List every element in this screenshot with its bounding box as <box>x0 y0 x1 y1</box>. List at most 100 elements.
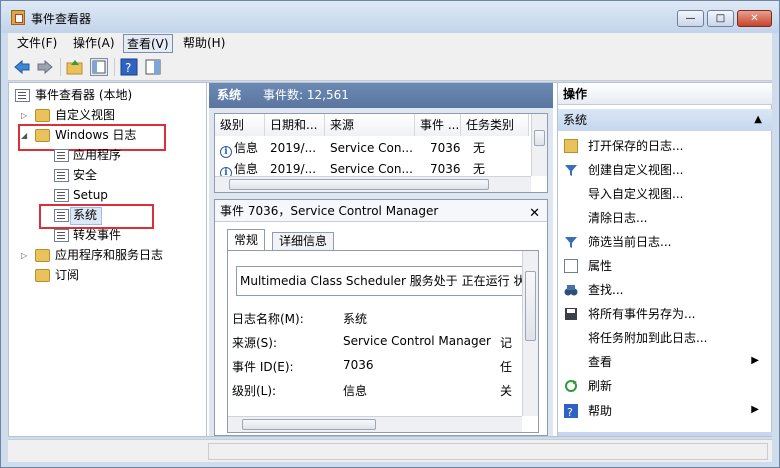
action-refresh[interactable]: 刷新 <box>588 375 612 397</box>
svg-text:?: ? <box>125 61 131 75</box>
table-cell: 2019/... <box>270 141 317 155</box>
folder-icon <box>35 109 50 122</box>
field-extra: 记 <box>500 336 513 350</box>
title-bar: 事件查看器 — □ ✕ <box>1 1 779 33</box>
column-source[interactable]: 来源 <box>325 114 415 136</box>
status-panel <box>208 443 768 460</box>
toolbar-separator <box>114 58 115 76</box>
field-source-label: 来源(S): <box>232 336 278 350</box>
tree-subscriptions[interactable]: 订阅 <box>55 266 79 284</box>
actions-section-system[interactable]: 系统 ▲ <box>558 109 772 131</box>
column-task-category[interactable]: 任务类别 <box>461 114 529 136</box>
collapse-icon[interactable]: ◢ <box>21 131 27 140</box>
log-name: 系统 <box>217 88 242 102</box>
svg-text:?: ? <box>567 406 573 418</box>
scroll-thumb[interactable] <box>534 130 545 146</box>
action-filter-current-log[interactable]: 筛选当前日志... <box>588 231 671 253</box>
log-icon <box>54 149 69 162</box>
table-row[interactable]: i 信息 <box>215 138 265 158</box>
submenu-arrow-icon[interactable]: ▶ <box>751 404 759 415</box>
scroll-thumb[interactable] <box>229 179 489 190</box>
forward-arrow-icon[interactable] <box>36 58 54 76</box>
expand-icon[interactable]: ▷ <box>21 251 27 260</box>
grid-vertical-scrollbar[interactable] <box>531 114 547 176</box>
expand-icon[interactable]: ▷ <box>21 111 27 120</box>
detail-horizontal-scrollbar[interactable] <box>228 416 522 432</box>
folder-icon <box>35 249 50 262</box>
action-create-custom-view[interactable]: 创建自定义视图... <box>588 159 683 181</box>
menu-help[interactable]: 帮助(H) <box>180 34 228 53</box>
tree-windows-logs[interactable]: Windows 日志 <box>55 126 136 144</box>
scroll-thumb[interactable] <box>525 271 536 341</box>
event-viewer-icon <box>11 10 25 25</box>
toolbar: ? <box>8 54 772 81</box>
show-tree-icon[interactable] <box>90 58 108 76</box>
field-source-value: Service Control Manager <box>343 334 491 348</box>
menu-view[interactable]: 查看(V) <box>123 34 173 53</box>
center-pane: 系统 事件数: 12,561 级别 日期和... 来源 事件 ... 任务类别 … <box>209 83 553 436</box>
action-import-custom-view[interactable]: 导入自定义视图... <box>588 183 683 205</box>
action-clear-log[interactable]: 清除日志... <box>588 207 647 229</box>
action-save-all-events[interactable]: 将所有事件另存为... <box>588 303 695 325</box>
column-event-id[interactable]: 事件 ... <box>415 114 461 136</box>
menu-action[interactable]: 操作(A) <box>70 34 118 53</box>
refresh-icon <box>564 379 578 393</box>
toolbar-separator <box>60 58 61 76</box>
events-grid: 级别 日期和... 来源 事件 ... 任务类别 i 信息 2019/... Se… <box>214 113 548 193</box>
table-cell: 7036 <box>430 141 461 155</box>
tree-root[interactable]: 事件查看器 (本地) <box>35 86 132 104</box>
help-icon: ? <box>564 404 578 419</box>
minimize-button[interactable]: — <box>677 10 704 27</box>
window-title: 事件查看器 <box>31 12 92 26</box>
close-button[interactable]: ✕ <box>737 10 772 27</box>
back-arrow-icon[interactable] <box>13 58 31 76</box>
filter-icon <box>564 163 578 177</box>
tab-general[interactable]: 常规 <box>227 229 266 251</box>
field-event-id-value: 7036 <box>343 358 374 372</box>
tree-app-services-logs[interactable]: 应用程序和服务日志 <box>55 246 163 264</box>
up-folder-icon[interactable] <box>66 58 84 76</box>
field-extra: 关 <box>500 384 513 398</box>
event-count: 事件数: 12,561 <box>263 88 349 102</box>
tab-details[interactable]: 详细信息 <box>272 232 335 251</box>
table-cell: 无 <box>473 141 486 155</box>
tab-content: Multimedia Class Scheduler 服务处于 正在运行 状 日… <box>227 250 539 433</box>
filter-icon <box>564 235 578 249</box>
field-level-value: 信息 <box>343 384 368 398</box>
log-icon <box>54 209 69 222</box>
detail-vertical-scrollbar[interactable] <box>522 251 538 416</box>
actions-header: 操作 <box>558 83 772 105</box>
maximize-button[interactable]: □ <box>707 10 734 27</box>
tree-system[interactable]: 系统 <box>73 206 97 224</box>
close-icon[interactable]: ✕ <box>529 203 540 225</box>
collapse-arrow-icon[interactable]: ▲ <box>754 109 762 131</box>
tree-custom-views[interactable]: 自定义视图 <box>55 106 115 124</box>
tree-setup[interactable]: Setup <box>73 186 108 204</box>
help-icon[interactable]: ? <box>120 58 138 76</box>
menu-file[interactable]: 文件(F) <box>14 34 60 53</box>
action-find[interactable]: 查找... <box>588 279 623 301</box>
submenu-arrow-icon[interactable]: ▶ <box>751 355 759 366</box>
log-icon <box>54 169 69 182</box>
action-attach-task[interactable]: 将任务附加到此日志... <box>588 327 707 349</box>
detail-title: 事件 7036，Service Control Manager ✕ <box>215 200 547 222</box>
action-help[interactable]: 帮助 <box>588 400 768 422</box>
column-date[interactable]: 日期和... <box>265 114 325 136</box>
save-icon <box>564 307 578 321</box>
log-icon <box>54 189 69 202</box>
action-properties[interactable]: 属性 <box>588 255 612 277</box>
grid-horizontal-scrollbar[interactable] <box>215 176 531 192</box>
column-level[interactable]: 级别 <box>215 114 265 136</box>
tree-security[interactable]: 安全 <box>73 166 97 184</box>
info-icon: i <box>220 146 232 158</box>
actions-section-next[interactable] <box>558 432 772 436</box>
subscriptions-icon <box>35 269 50 282</box>
event-description: Multimedia Class Scheduler 服务处于 正在运行 状 <box>236 266 524 296</box>
show-action-pane-icon[interactable] <box>144 58 162 76</box>
action-open-saved-log[interactable]: 打开保存的日志... <box>588 135 683 157</box>
scroll-thumb[interactable] <box>242 419 376 430</box>
event-detail-pane: 事件 7036，Service Control Manager ✕ 常规 详细信… <box>214 199 548 436</box>
tree-application[interactable]: 应用程序 <box>73 146 121 164</box>
action-view[interactable]: 查看 <box>588 351 768 373</box>
tree-forwarded-events[interactable]: 转发事件 <box>73 226 121 244</box>
